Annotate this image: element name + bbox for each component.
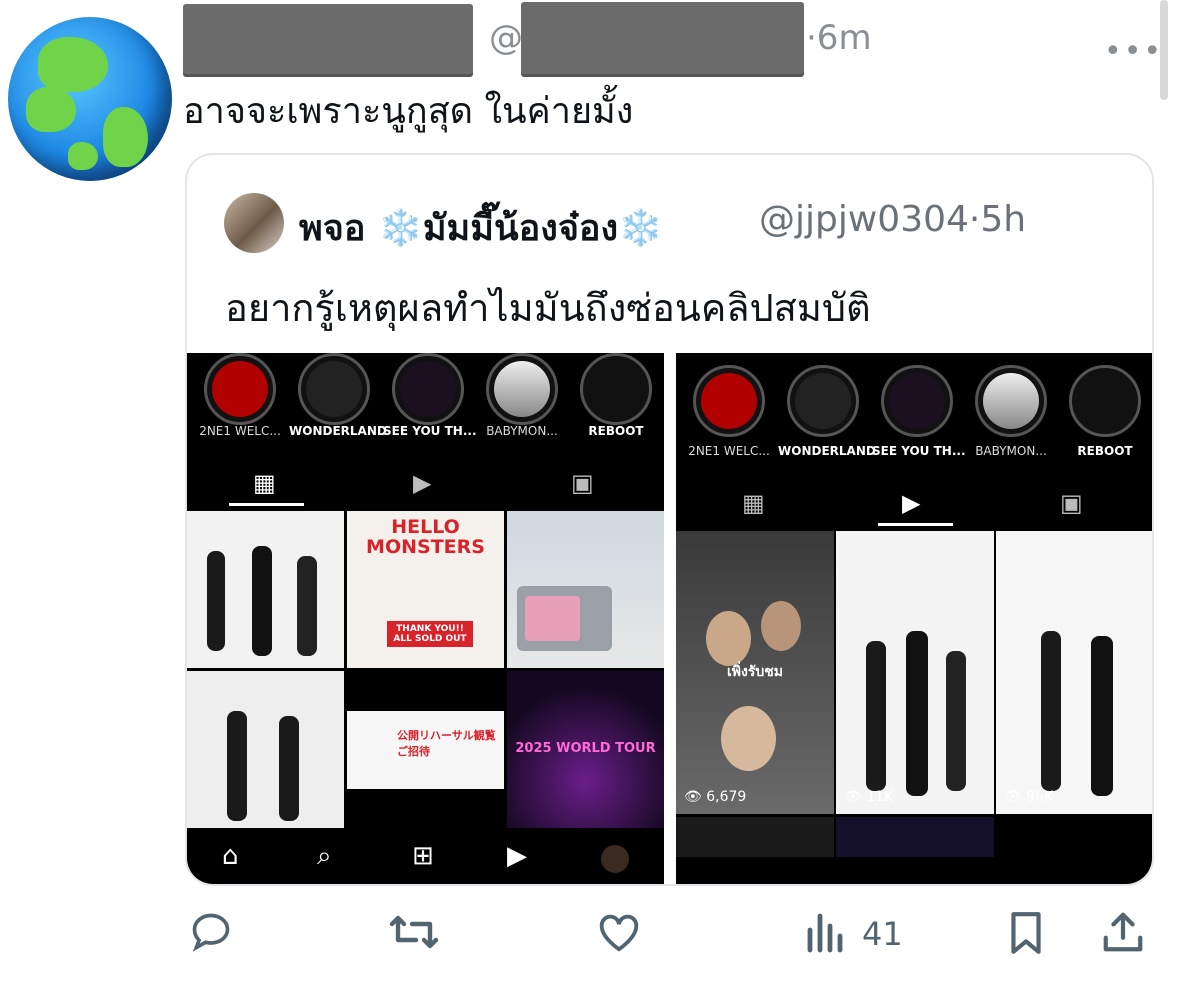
highlight-circle <box>580 353 652 425</box>
quoted-time: ·5h <box>968 199 1027 240</box>
reels-icon[interactable]: ▶ <box>413 469 431 497</box>
author-avatar[interactable] <box>8 17 172 181</box>
reel-thumbnail[interactable] <box>836 817 994 857</box>
quoted-author-avatar[interactable] <box>224 193 284 253</box>
highlight-circle <box>787 365 859 437</box>
heart-icon[interactable] <box>596 910 642 963</box>
highlight-circle <box>881 365 953 437</box>
quoted-name-part-1: พจอ <box>299 208 366 249</box>
snowflake-icon: ❄️ <box>378 208 423 249</box>
quoted-author-name: พจอ ❄️มัมมี๊น้องจ๋อง❄️ <box>299 199 663 256</box>
more-horizontal-icon[interactable]: ••• <box>1104 34 1163 69</box>
redacted-display-name <box>183 4 473 74</box>
tweet-text: อาจจะเพราะนูกูสุด ในค่ายมั้ง <box>183 91 634 132</box>
highlight-label: 2NE1 WELC... <box>199 424 281 438</box>
highlight-circle <box>392 353 464 425</box>
post-thumbnail[interactable]: 2025 WORLD TOUR <box>507 671 664 828</box>
scrollbar[interactable] <box>1160 0 1168 100</box>
quoted-tweet[interactable]: พจอ ❄️มัมมี๊น้องจ๋อง❄️ @jjpjw0304·5h อยา… <box>185 153 1154 886</box>
post-title: 2025 WORLD TOUR <box>515 741 656 756</box>
tweet-time[interactable]: ·6m <box>806 18 872 58</box>
highlight-circle <box>298 353 370 425</box>
highlight-label: BABYMON... <box>486 424 558 438</box>
post-title: 公開リハーサル観覧 ご招待 <box>397 729 496 758</box>
reel-thumbnail[interactable]: เพิ่งรับชม 👁 6,679 <box>676 531 834 814</box>
highlight-circle <box>975 365 1047 437</box>
tagged-icon[interactable]: ▣ <box>571 469 594 497</box>
highlight-label: REBOOT <box>588 424 644 438</box>
reply-icon[interactable] <box>188 910 234 963</box>
post-thumbnail[interactable]: HELLO MONSTERS THANK YOU!! ALL SOLD OUT <box>347 511 504 668</box>
highlight-label: SEE YOU TH... <box>383 424 477 438</box>
reel-view-count: 👁 96K <box>1004 789 1054 805</box>
media-image-2[interactable]: 2NE1 WELC... WONDERLAND SEE YOU TH... BA… <box>676 353 1152 884</box>
post-thumbnail[interactable] <box>187 511 344 668</box>
active-tab-indicator <box>229 503 304 506</box>
highlight-label: 2NE1 WELC... <box>688 444 770 458</box>
post-thumbnail[interactable]: 公開リハーサル観覧 ご招待 <box>347 671 504 828</box>
highlight-label: WONDERLAND <box>778 444 876 458</box>
quoted-handle: @jjpjw0304 <box>759 199 969 240</box>
redacted-handle <box>521 2 804 74</box>
views-icon[interactable] <box>804 910 844 963</box>
share-icon[interactable] <box>1100 910 1146 963</box>
profile-icon[interactable] <box>601 845 629 873</box>
reels-icon[interactable]: ▶ <box>507 841 527 871</box>
highlight-circle <box>693 365 765 437</box>
reel-views: 11K <box>866 789 894 805</box>
quoted-handle-time: @jjpjw0304·5h <box>759 199 1026 240</box>
reels-icon[interactable]: ▶ <box>902 489 920 517</box>
active-tab-indicator <box>878 523 953 526</box>
reel-thumbnail[interactable]: 👁 96K <box>996 531 1152 814</box>
highlight-circle <box>204 353 276 425</box>
reel-overlay-text: เพิ่งรับชม <box>727 664 783 680</box>
highlight-label: BABYMON... <box>975 444 1047 458</box>
grid-icon[interactable]: ▦ <box>253 469 276 497</box>
home-icon[interactable]: ⌂ <box>222 841 239 871</box>
snowflake-icon: ❄️ <box>618 208 663 249</box>
create-icon[interactable]: ⊞ <box>412 841 434 871</box>
reel-view-count: 👁 11K <box>844 789 894 805</box>
post-title: HELLO MONSTERS <box>366 516 485 558</box>
reel-views: 6,679 <box>706 789 747 805</box>
search-icon[interactable]: ⌕ <box>317 841 332 872</box>
highlight-label: REBOOT <box>1077 444 1133 458</box>
handle-prefix: @ <box>489 18 523 58</box>
post-thumbnail[interactable] <box>187 671 344 828</box>
highlight-label: SEE YOU TH... <box>872 444 966 458</box>
tagged-icon[interactable]: ▣ <box>1060 489 1083 517</box>
grid-icon[interactable]: ▦ <box>742 489 765 517</box>
quoted-tweet-text: อยากรู้เหตุผลทำไมมันถึงซ่อนคลิปสมบัติ <box>225 286 871 330</box>
reel-thumbnail[interactable] <box>676 817 834 857</box>
post-thumbnail[interactable] <box>507 511 664 668</box>
reel-thumbnail[interactable]: 👁 11K <box>836 531 994 814</box>
reel-view-count: 👁 6,679 <box>684 789 747 805</box>
highlight-circle <box>486 353 558 425</box>
highlight-label: WONDERLAND <box>289 424 387 438</box>
retweet-icon[interactable] <box>388 910 440 963</box>
reel-views: 96K <box>1026 789 1054 805</box>
highlight-circle <box>1069 365 1141 437</box>
bookmark-icon[interactable] <box>1006 910 1046 965</box>
views-count: 41 <box>862 915 903 953</box>
quoted-name-part-2: มัมมี๊น้องจ๋อง <box>422 208 619 249</box>
media-image-1[interactable]: 2NE1 WELC... WONDERLAND SEE YOU TH... BA… <box>187 353 664 884</box>
post-subtitle: THANK YOU!! ALL SOLD OUT <box>387 621 473 647</box>
